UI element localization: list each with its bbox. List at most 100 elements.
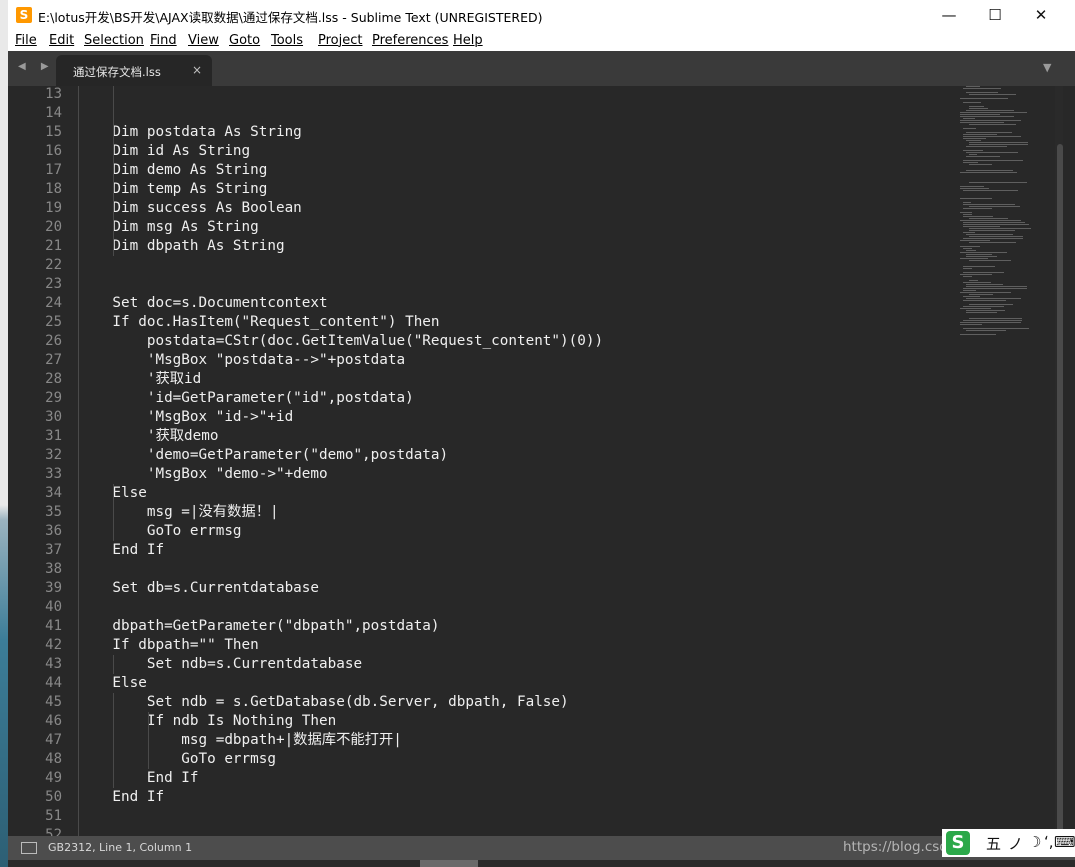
menu-find[interactable]: Find [150, 33, 177, 48]
minimap-line [963, 272, 1004, 273]
code-line[interactable]: Dim msg As String [78, 218, 258, 237]
code-line[interactable]: postdata=CStr(doc.GetItemValue("Request_… [78, 332, 603, 351]
minimap-line [963, 88, 1001, 89]
menu-tools[interactable]: Tools [271, 33, 303, 48]
code-line[interactable]: 'id=GetParameter("id",postdata) [78, 389, 414, 408]
horizontal-scrollbar-track[interactable] [8, 860, 1075, 867]
minimap-line [963, 296, 980, 297]
code-line[interactable]: Dim postdata As String [78, 123, 301, 142]
code-line[interactable]: '获取id [78, 370, 201, 389]
minimap[interactable] [958, 86, 1050, 836]
code-editor[interactable]: 13 14 15 16 17 18 19 20 21 22 23 24 25 26 27 28 29 30 31 32… [8, 86, 1075, 836]
tab-nav-arrows-icon[interactable]: ◀ ▶ [18, 61, 55, 72]
line-number: 33 [45, 466, 62, 482]
minimap-line [963, 204, 1015, 205]
horizontal-scrollbar-thumb[interactable] [420, 860, 478, 867]
code-line[interactable]: Dim dbpath As String [78, 237, 284, 256]
menu-project[interactable]: Project [318, 33, 362, 48]
minimap-line [963, 268, 972, 269]
close-icon: ✕ [1034, 6, 1048, 24]
code-line[interactable]: Set ndb = s.GetDatabase(db.Server, dbpat… [78, 693, 569, 712]
line-number: 17 [45, 162, 62, 178]
menu-preferences[interactable]: Preferences [372, 33, 448, 48]
vertical-scrollbar-thumb[interactable] [1057, 144, 1063, 832]
code-line[interactable]: Set doc=s.Documentcontext [78, 294, 327, 313]
title-bar[interactable]: S E:\lotus开发\BS开发\AJAX读取数据\通过保存文档.lss - … [8, 0, 1075, 31]
menu-selection[interactable]: Selection [84, 33, 144, 48]
minimap-line [969, 206, 1020, 207]
line-number: 25 [45, 314, 62, 330]
panel-toggle-icon[interactable] [21, 842, 37, 854]
ime-item[interactable]: ⌨ [1054, 833, 1075, 851]
tab-active-file[interactable]: 通过保存文档.lss × [56, 55, 212, 86]
tab-dropdown-icon[interactable]: ▼ [1043, 61, 1051, 74]
code-line[interactable]: Dim id As String [78, 142, 250, 161]
close-button[interactable]: ✕ [1018, 0, 1064, 31]
menu-view[interactable]: View [188, 33, 219, 48]
code-line[interactable]: 'MsgBox "postdata-->"+postdata [78, 351, 405, 370]
minimap-line [960, 112, 1027, 113]
code-line[interactable]: Else [78, 674, 146, 693]
code-line[interactable]: Set db=s.Currentdatabase [78, 579, 319, 598]
minimap-line [960, 172, 1017, 173]
minimap-line [960, 240, 990, 241]
line-number: 42 [45, 637, 62, 653]
line-number: 14 [45, 105, 62, 121]
code-line[interactable]: End If [78, 769, 199, 788]
ime-item[interactable]: 五 [986, 833, 1001, 854]
line-number: 32 [45, 447, 62, 463]
tab-bar: ◀ ▶ 通过保存文档.lss × ▼ [8, 51, 1075, 86]
line-number: 47 [45, 732, 62, 748]
minimap-line [963, 216, 993, 217]
code-line[interactable]: Dim temp As String [78, 180, 267, 199]
code-line[interactable]: End If [78, 541, 164, 560]
tab-close-icon[interactable]: × [192, 63, 202, 77]
code-line[interactable]: msg =|没有数据！| [78, 503, 279, 522]
code-line[interactable]: '获取demo [78, 427, 219, 446]
line-number: 35 [45, 504, 62, 520]
ime-item[interactable]: ノ [1008, 833, 1023, 854]
code-line[interactable]: msg =dbpath+|数据库不能打开| [78, 731, 402, 750]
menu-goto[interactable]: Goto [229, 33, 260, 48]
minimap-line [960, 246, 980, 247]
code-line[interactable]: End If [78, 788, 164, 807]
sogou-ime-icon[interactable]: S [946, 831, 970, 855]
minimap-line [960, 258, 988, 259]
code-line[interactable]: 'MsgBox "id->"+id [78, 408, 293, 427]
minimap-line [963, 160, 1023, 161]
minimap-line [960, 212, 972, 213]
minimap-line [963, 222, 1025, 223]
minimize-button[interactable]: — [926, 0, 972, 31]
code-line[interactable]: Dim success As Boolean [78, 199, 301, 218]
code-line[interactable]: 'MsgBox "demo->"+demo [78, 465, 328, 484]
code-line[interactable]: If ndb Is Nothing Then [78, 712, 336, 731]
menu-edit[interactable]: Edit [49, 33, 74, 48]
minimap-line [963, 306, 1004, 307]
code-line[interactable]: dbpath=GetParameter("dbpath",postdata) [78, 617, 439, 636]
line-number: 45 [45, 694, 62, 710]
minimap-line [960, 198, 992, 199]
menu-help[interactable]: Help [453, 33, 483, 48]
code-line[interactable]: Dim demo As String [78, 161, 267, 180]
line-number: 19 [45, 200, 62, 216]
minimap-line [963, 248, 972, 249]
code-line[interactable]: If doc.HasItem("Request_content") Then [78, 313, 439, 332]
maximize-icon: ☐ [988, 6, 1002, 24]
code-line[interactable]: GoTo errmsg [78, 750, 276, 769]
ime-item[interactable]: ☽ [1028, 833, 1041, 851]
maximize-button[interactable]: ☐ [972, 0, 1018, 31]
ime-item[interactable]: ʻ, [1044, 833, 1054, 851]
code-line[interactable]: GoTo errmsg [78, 522, 242, 541]
indent-guide [78, 86, 79, 836]
line-number: 44 [45, 675, 62, 691]
code-line[interactable]: If dbpath="" Then [78, 636, 258, 655]
minimap-line [960, 122, 1004, 123]
ime-toolbar[interactable]: S 五ノ ☽ ʻ, ⌨ [942, 829, 1075, 857]
menu-bar: File Edit Selection Find View Goto Tools Projec… [8, 31, 1075, 51]
code-line[interactable]: 'demo=GetParameter("demo",postdata) [78, 446, 448, 465]
menu-file[interactable]: File [15, 33, 37, 48]
minimap-line [960, 274, 992, 275]
minimap-line [960, 322, 1021, 323]
code-line[interactable]: Set ndb=s.Currentdatabase [78, 655, 362, 674]
minimap-line [963, 328, 1029, 329]
